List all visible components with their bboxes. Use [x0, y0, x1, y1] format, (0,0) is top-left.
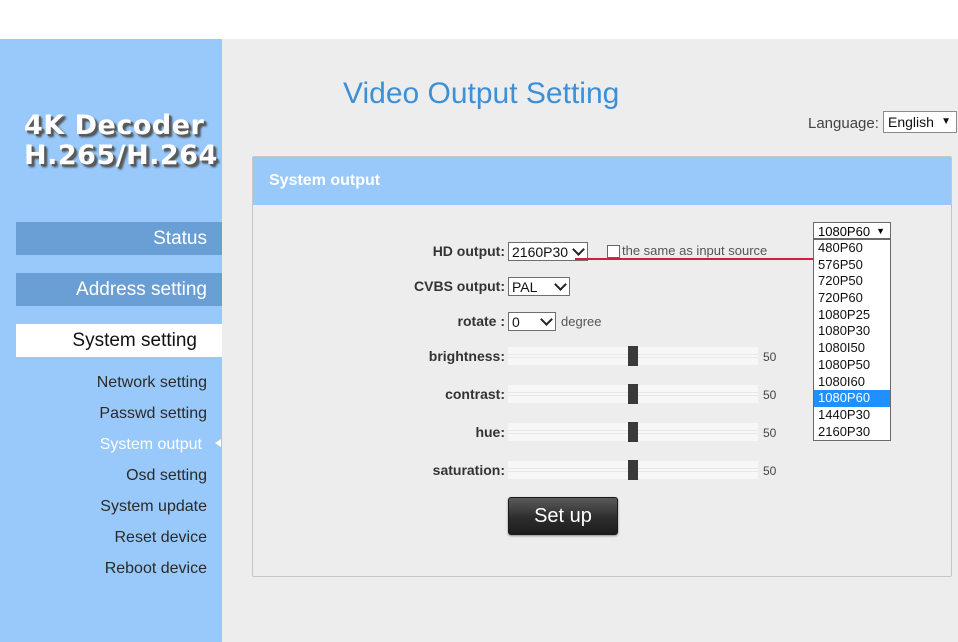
resolution-dropdown-value: 1080P60 [818, 224, 871, 239]
rotate-label: rotate : [457, 313, 505, 329]
brightness-slider-thumb[interactable] [628, 346, 638, 366]
cvbs-output-select[interactable]: PAL [508, 277, 570, 296]
nav-reset-device[interactable]: Reset device [7, 528, 208, 548]
resolution-dropdown[interactable]: 1080P60 ▼ [813, 222, 891, 239]
contrast-label: contrast: [445, 386, 505, 402]
resolution-options-list: 480P60 576P50 720P50 720P60 1080P25 1080P30 10… [813, 239, 891, 442]
resolution-option[interactable]: 2160P30 [814, 424, 890, 441]
resolution-option[interactable]: 1080I50 [814, 340, 890, 357]
device-logo: 4K Decoder H.265/H.264 [24, 111, 224, 171]
chevron-down-icon [554, 278, 567, 291]
brightness-label: brightness: [428, 348, 505, 364]
language-value: English [888, 114, 934, 130]
nav-system-output[interactable]: System output [2, 435, 202, 455]
same-as-source-label: the same as input source [622, 243, 768, 258]
language-label: Language: [808, 115, 879, 132]
hue-slider-thumb[interactable] [628, 422, 638, 442]
nav-system-setting[interactable]: System setting [16, 324, 222, 357]
nav-status[interactable]: Status [16, 222, 222, 255]
hue-label: hue: [475, 424, 505, 440]
hue-slider[interactable] [508, 422, 758, 442]
setup-button[interactable]: Set up [508, 497, 618, 535]
brightness-slider[interactable] [508, 346, 758, 366]
nav-network-setting[interactable]: Network setting [7, 373, 207, 393]
resolution-option[interactable]: 720P50 [814, 273, 890, 290]
page-title: Video Output Setting [343, 77, 620, 110]
cvbs-output-value: PAL [512, 279, 538, 295]
resolution-option[interactable]: 1080P50 [814, 357, 890, 374]
contrast-slider[interactable] [508, 384, 758, 404]
annotation-line [575, 258, 815, 260]
hd-output-value: 2160P30 [512, 244, 569, 260]
resolution-option[interactable]: 1440P30 [814, 407, 890, 424]
resolution-option[interactable]: 1080I60 [814, 374, 890, 391]
language-select[interactable]: English ▼ [883, 111, 957, 133]
hd-output-label: HD output: [432, 243, 505, 259]
caret-down-icon: ▼ [876, 226, 885, 236]
nav-address-setting[interactable]: Address setting [16, 273, 222, 306]
chevron-down-icon [540, 313, 553, 326]
brightness-value: 50 [763, 350, 777, 364]
resolution-option[interactable]: 480P60 [814, 240, 890, 257]
panel-title: System output [253, 157, 951, 205]
resolution-option[interactable]: 1080P25 [814, 307, 890, 324]
nav-osd-setting[interactable]: Osd setting [7, 466, 207, 486]
logo-line-2: H.265/H.264 [24, 140, 218, 171]
logo-line-1: 4K Decoder [24, 110, 205, 141]
nav-system-update[interactable]: System update [7, 497, 207, 517]
rotate-select[interactable]: 0 [508, 312, 556, 331]
cvbs-output-label: CVBS output: [414, 278, 505, 294]
contrast-value: 50 [763, 388, 777, 402]
saturation-value: 50 [763, 464, 777, 478]
resolution-option[interactable]: 576P50 [814, 257, 890, 274]
caret-down-icon: ▼ [941, 116, 951, 127]
same-as-source-checkbox[interactable] [607, 245, 620, 258]
contrast-slider-thumb[interactable] [628, 384, 638, 404]
hue-value: 50 [763, 426, 777, 440]
saturation-label: saturation: [432, 462, 505, 478]
active-indicator-icon [215, 439, 221, 447]
saturation-slider-thumb[interactable] [628, 460, 638, 480]
resolution-option[interactable]: 720P60 [814, 290, 890, 307]
resolution-option[interactable]: 1080P30 [814, 323, 890, 340]
nav-reboot-device[interactable]: Reboot device [7, 559, 207, 579]
resolution-option[interactable]: 1080P60 [814, 390, 890, 407]
saturation-slider[interactable] [508, 460, 758, 480]
chevron-down-icon [572, 243, 585, 256]
rotate-unit: degree [561, 314, 602, 329]
nav-passwd-setting[interactable]: Passwd setting [7, 404, 207, 424]
rotate-value: 0 [512, 314, 520, 330]
